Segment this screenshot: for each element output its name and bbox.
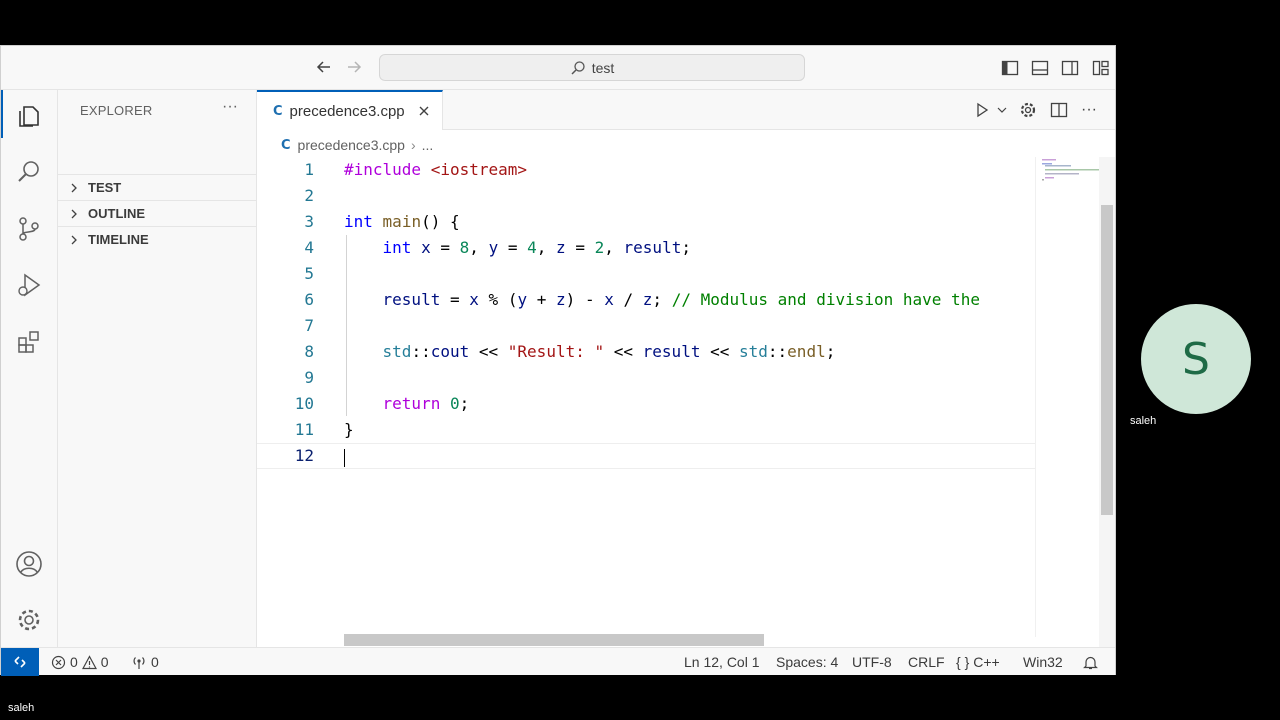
section-label: TIMELINE — [88, 232, 149, 247]
minimap[interactable] — [1035, 157, 1101, 637]
breadcrumb-file[interactable]: precedence3.cpp — [298, 137, 405, 153]
notifications-bell-icon[interactable] — [1083, 648, 1098, 676]
extensions-icon[interactable] — [13, 326, 45, 358]
explorer-sidebar: EXPLORER ··· TEST OUTLINE TIMELINE — [58, 90, 257, 647]
code-line: int x = 8, y = 4, z = 2, result; — [382, 238, 691, 257]
text-cursor — [344, 448, 345, 467]
editor-tabs: C precedence3.cpp ··· — [257, 90, 1115, 130]
more-actions-icon[interactable]: ··· — [1078, 99, 1100, 121]
broadcast-icon — [133, 656, 145, 669]
chevron-right-icon — [66, 180, 82, 196]
title-bar: test — [1, 46, 1115, 90]
chevron-down-icon[interactable] — [991, 99, 1013, 121]
customize-layout-icon[interactable] — [1090, 57, 1112, 79]
active-view-indicator — [1, 90, 3, 138]
search-view-icon[interactable] — [13, 156, 45, 188]
accounts-icon[interactable] — [13, 548, 45, 580]
section-label: TEST — [88, 180, 122, 195]
error-count: 0 — [70, 654, 78, 670]
forward-arrow-icon[interactable] — [343, 56, 365, 78]
editor-area: C precedence3.cpp ··· C precedence3.cpp … — [257, 90, 1115, 647]
cpp-file-icon: C — [281, 137, 291, 153]
cpp-file-icon: C — [273, 103, 283, 119]
section-timeline[interactable]: TIMELINE — [58, 226, 257, 252]
language-label: C++ — [973, 654, 1000, 670]
eol-status[interactable]: CRLF — [908, 648, 945, 676]
chevron-right-icon: › — [410, 137, 416, 153]
warning-count: 0 — [100, 654, 109, 670]
cursor-position[interactable]: Ln 12, Col 1 — [684, 648, 760, 676]
error-icon — [51, 655, 66, 669]
command-center-search[interactable]: test — [379, 54, 805, 81]
close-icon[interactable] — [415, 102, 433, 120]
scrollbar-thumb[interactable] — [1101, 205, 1113, 515]
participant-name: saleh — [1130, 415, 1157, 427]
status-bar: 0 0 0 Ln 12, Col 1 Spaces: 4 UTF-8 CRLF … — [1, 647, 1115, 676]
breadcrumb: C precedence3.cpp › ... — [281, 135, 433, 155]
tab-label: precedence3.cpp — [289, 102, 405, 120]
section-test[interactable]: TEST — [58, 174, 257, 200]
chevron-right-icon — [66, 206, 82, 222]
explorer-icon[interactable] — [13, 100, 45, 132]
settings-gear-icon[interactable] — [13, 604, 45, 636]
search-text: test — [591, 59, 615, 76]
self-name: saleh — [8, 702, 35, 714]
braces-icon: { } — [956, 654, 970, 670]
debug-settings-gear-icon[interactable] — [1017, 99, 1039, 121]
toggle-secondary-sidebar-icon[interactable] — [1059, 57, 1081, 79]
breadcrumb-symbols[interactable]: ... — [422, 137, 434, 153]
code-line: #include <iostream> — [344, 160, 528, 179]
platform-status[interactable]: Win32 — [1023, 648, 1063, 676]
vertical-scrollbar[interactable] — [1099, 157, 1115, 647]
run-file-icon[interactable] — [971, 99, 993, 121]
search-icon — [571, 60, 585, 75]
sidebar-title: EXPLORER — [80, 103, 153, 118]
run-debug-icon[interactable] — [13, 269, 45, 301]
language-mode[interactable]: { } C++ — [956, 648, 1000, 676]
more-actions-icon[interactable]: ··· — [218, 98, 242, 120]
participant-initial: S — [1182, 333, 1210, 385]
remote-indicator-icon[interactable] — [1, 648, 39, 676]
toggle-primary-sidebar-icon[interactable] — [999, 57, 1021, 79]
tab-precedence3[interactable]: C precedence3.cpp — [257, 90, 443, 130]
split-editor-icon[interactable] — [1048, 99, 1070, 121]
ports-status[interactable]: 0 — [131, 648, 159, 676]
horizontal-scrollbar-thumb[interactable] — [344, 634, 764, 646]
vscode-window: test EXPLORER ··· TEST OUTLINE TIMELINE … — [0, 45, 1116, 676]
code-line: int main() { — [344, 212, 460, 231]
activity-bar — [1, 90, 58, 647]
problems-status[interactable]: 0 0 — [51, 648, 109, 676]
source-control-icon[interactable] — [13, 213, 45, 245]
code-line: } — [344, 420, 354, 439]
section-label: OUTLINE — [88, 206, 146, 221]
encoding-status[interactable]: UTF-8 — [852, 648, 892, 676]
participant-avatar: S — [1141, 304, 1251, 414]
ports-count: 0 — [151, 654, 159, 670]
code-line: result = x % (y + z) - x / z; // Modulus… — [382, 290, 980, 309]
section-outline[interactable]: OUTLINE — [58, 200, 257, 226]
code-line: return 0; — [382, 394, 470, 413]
indentation-status[interactable]: Spaces: 4 — [776, 648, 838, 676]
toggle-panel-icon[interactable] — [1029, 57, 1051, 79]
chevron-right-icon — [66, 232, 82, 248]
code-line: std::cout << "Result: " << result << std… — [382, 342, 836, 361]
back-arrow-icon[interactable] — [313, 56, 335, 78]
code-editor[interactable]: 1 2 3 4 5 6 7 8 9 10 11 12 #include <iostream> int … — [257, 157, 1035, 637]
code-line-current — [257, 443, 1035, 469]
warning-icon — [81, 654, 97, 669]
